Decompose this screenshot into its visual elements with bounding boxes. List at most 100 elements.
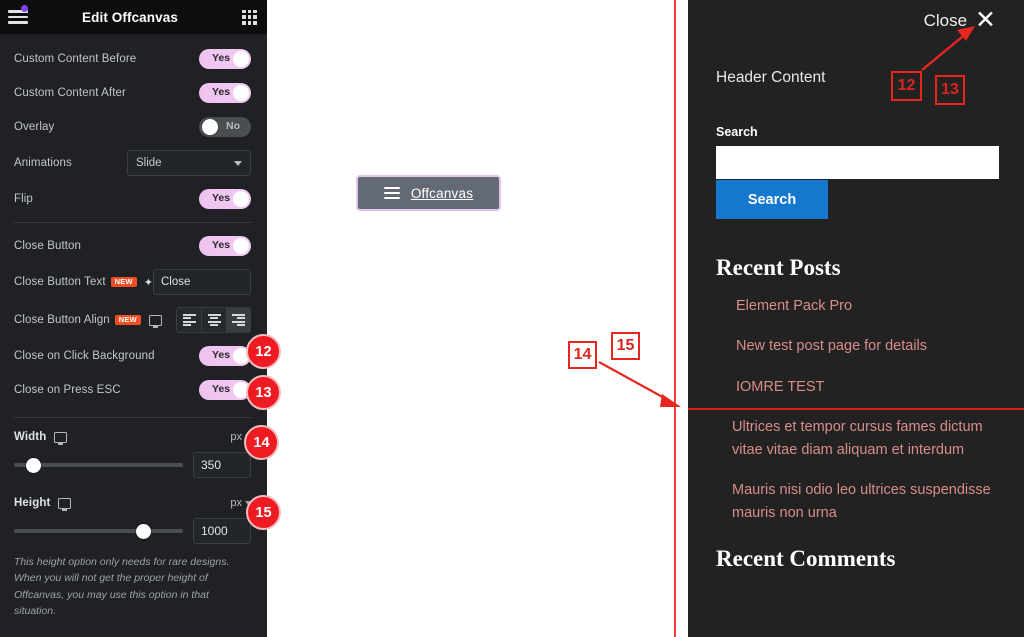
toggle-value: Yes: [212, 383, 231, 395]
recent-posts-list: Element Pack Pro New test post page for …: [716, 295, 996, 398]
search-button[interactable]: Search: [716, 180, 828, 219]
panel-header: Edit Offcanvas: [0, 0, 267, 34]
list-item: IOMRE TEST: [736, 376, 996, 398]
desktop-monitor-icon[interactable]: [58, 497, 72, 511]
annotation-badge-14: 14: [244, 425, 279, 460]
slider-row-width: [0, 450, 267, 478]
annotation-badge-13: 13: [246, 375, 281, 410]
close-button-label: Close: [923, 10, 968, 30]
offcanvas-trigger-button[interactable]: Offcanvas: [356, 175, 501, 211]
panel-body: Custom Content Before Yes Custom Content…: [0, 42, 267, 619]
align-left-button[interactable]: [176, 307, 201, 333]
label-custom-content-before: Custom Content Before: [14, 53, 137, 65]
label-animations: Animations: [14, 157, 72, 169]
toggle-value: Yes: [212, 192, 231, 204]
toggle-knob: [232, 85, 249, 101]
row-close-button-align: Close Button Align NEW: [0, 301, 267, 339]
row-width: Width px: [0, 424, 267, 450]
new-badge: NEW: [114, 314, 141, 326]
toggle-custom-content-before[interactable]: Yes: [199, 49, 251, 69]
recent-post-link[interactable]: Ultrices et tempor cursus fames dictum v…: [732, 416, 996, 461]
row-height: Height px: [0, 490, 267, 516]
select-animations-value: Slide: [136, 157, 162, 169]
toggle-value: Yes: [212, 86, 231, 98]
toggle-knob: [232, 191, 249, 207]
row-close-button: Close Button Yes: [0, 229, 267, 263]
list-item: New test post page for details: [736, 335, 996, 357]
label-overlay: Overlay: [14, 121, 55, 133]
align-right-button[interactable]: [226, 307, 251, 333]
width-number-input[interactable]: [193, 452, 251, 478]
app-root: Edit Offcanvas Custom Content Before Yes…: [0, 0, 1024, 637]
annotation-badge-15: 15: [246, 495, 281, 530]
recent-post-link[interactable]: New test post page for details: [736, 335, 996, 357]
slider-track: [14, 529, 183, 533]
select-animations[interactable]: Slide: [127, 150, 251, 176]
annotation-box-13: 13: [935, 75, 965, 105]
close-x-icon[interactable]: ✕: [975, 8, 996, 33]
slider-thumb[interactable]: [135, 524, 151, 539]
recent-post-link[interactable]: Element Pack Pro: [736, 295, 996, 317]
row-custom-content-after: Custom Content After Yes: [0, 76, 267, 110]
search-input[interactable]: [716, 146, 999, 179]
slider-height[interactable]: [14, 521, 183, 541]
toggle-custom-content-after[interactable]: Yes: [199, 83, 251, 103]
hamburger-menu-icon: [383, 184, 400, 202]
offcanvas-preview-panel: Close ✕ Header Content Search Search Rec…: [688, 0, 1024, 637]
label-close-button-align: Close Button Align: [14, 314, 110, 326]
toggle-close-on-click-background[interactable]: Yes: [199, 346, 251, 366]
recent-posts-heading: Recent Posts: [716, 255, 841, 280]
close-button-text-input[interactable]: [153, 270, 250, 294]
notification-dot-icon: [21, 5, 28, 12]
desktop-monitor-icon[interactable]: [148, 314, 162, 328]
sparkle-icon[interactable]: ✦: [144, 276, 153, 289]
toggle-value: Yes: [212, 349, 231, 361]
label-height: Height: [14, 497, 51, 509]
slider-width[interactable]: [14, 455, 183, 475]
row-close-on-click-background: Close on Click Background Yes: [0, 339, 267, 373]
toggle-flip[interactable]: Yes: [199, 189, 251, 209]
height-number-input[interactable]: [193, 518, 251, 544]
grid-apps-icon[interactable]: [242, 9, 257, 25]
label-close-on-press-esc: Close on Press ESC: [14, 384, 121, 396]
list-item: Element Pack Pro: [736, 295, 996, 317]
label-close-on-click-background: Close on Click Background: [14, 350, 155, 362]
label-width: Width: [14, 431, 47, 443]
row-custom-content-before: Custom Content Before Yes: [0, 42, 267, 76]
elementor-settings-panel: Edit Offcanvas Custom Content Before Yes…: [0, 0, 267, 637]
annotation-badge-12: 12: [246, 334, 281, 369]
hamburger-icon[interactable]: [8, 10, 28, 24]
toggle-close-on-press-esc[interactable]: Yes: [199, 380, 251, 400]
toggle-knob: [232, 51, 249, 67]
recent-posts-list-continued: Ultrices et tempor cursus fames dictum v…: [716, 416, 996, 524]
field-close-button-text[interactable]: ☰: [152, 269, 251, 295]
align-button-group: [176, 307, 251, 333]
chevron-down-icon: [234, 161, 242, 166]
align-center-button[interactable]: [201, 307, 226, 333]
toggle-knob: [201, 119, 218, 135]
toggle-value: Yes: [212, 52, 231, 64]
slider-thumb[interactable]: [25, 458, 41, 473]
label-close-button-text: Close Button Text: [14, 276, 106, 288]
toggle-overlay[interactable]: No: [199, 117, 251, 137]
label-flip: Flip: [14, 193, 33, 205]
recent-post-link[interactable]: IOMRE TEST: [736, 376, 996, 398]
row-close-button-text: Close Button Text NEW ✦ ☰: [0, 263, 267, 301]
annotation-vertical-guide: [674, 0, 676, 637]
recent-post-link[interactable]: Mauris nisi odio leo ultrices suspendiss…: [732, 479, 996, 524]
annotation-box-12: 12: [891, 71, 922, 101]
section-divider: [14, 222, 253, 223]
row-overlay: Overlay No: [0, 110, 267, 144]
recent-comments-heading: Recent Comments: [716, 546, 896, 572]
list-item: Mauris nisi odio leo ultrices suspendiss…: [732, 479, 996, 524]
annotation-box-15: 15: [611, 332, 640, 360]
offcanvas-trigger-label: Offcanvas: [410, 185, 474, 201]
toggle-value: Yes: [212, 239, 231, 251]
offcanvas-close-button[interactable]: Close ✕: [716, 0, 996, 33]
desktop-monitor-icon[interactable]: [54, 431, 68, 445]
row-animations: Animations Slide: [0, 144, 267, 182]
label-close-button: Close Button: [14, 240, 82, 252]
annotation-horizontal-guide: [688, 408, 1024, 410]
height-help-text: This height option only needs for rare d…: [14, 556, 230, 617]
toggle-close-button[interactable]: Yes: [199, 236, 251, 256]
